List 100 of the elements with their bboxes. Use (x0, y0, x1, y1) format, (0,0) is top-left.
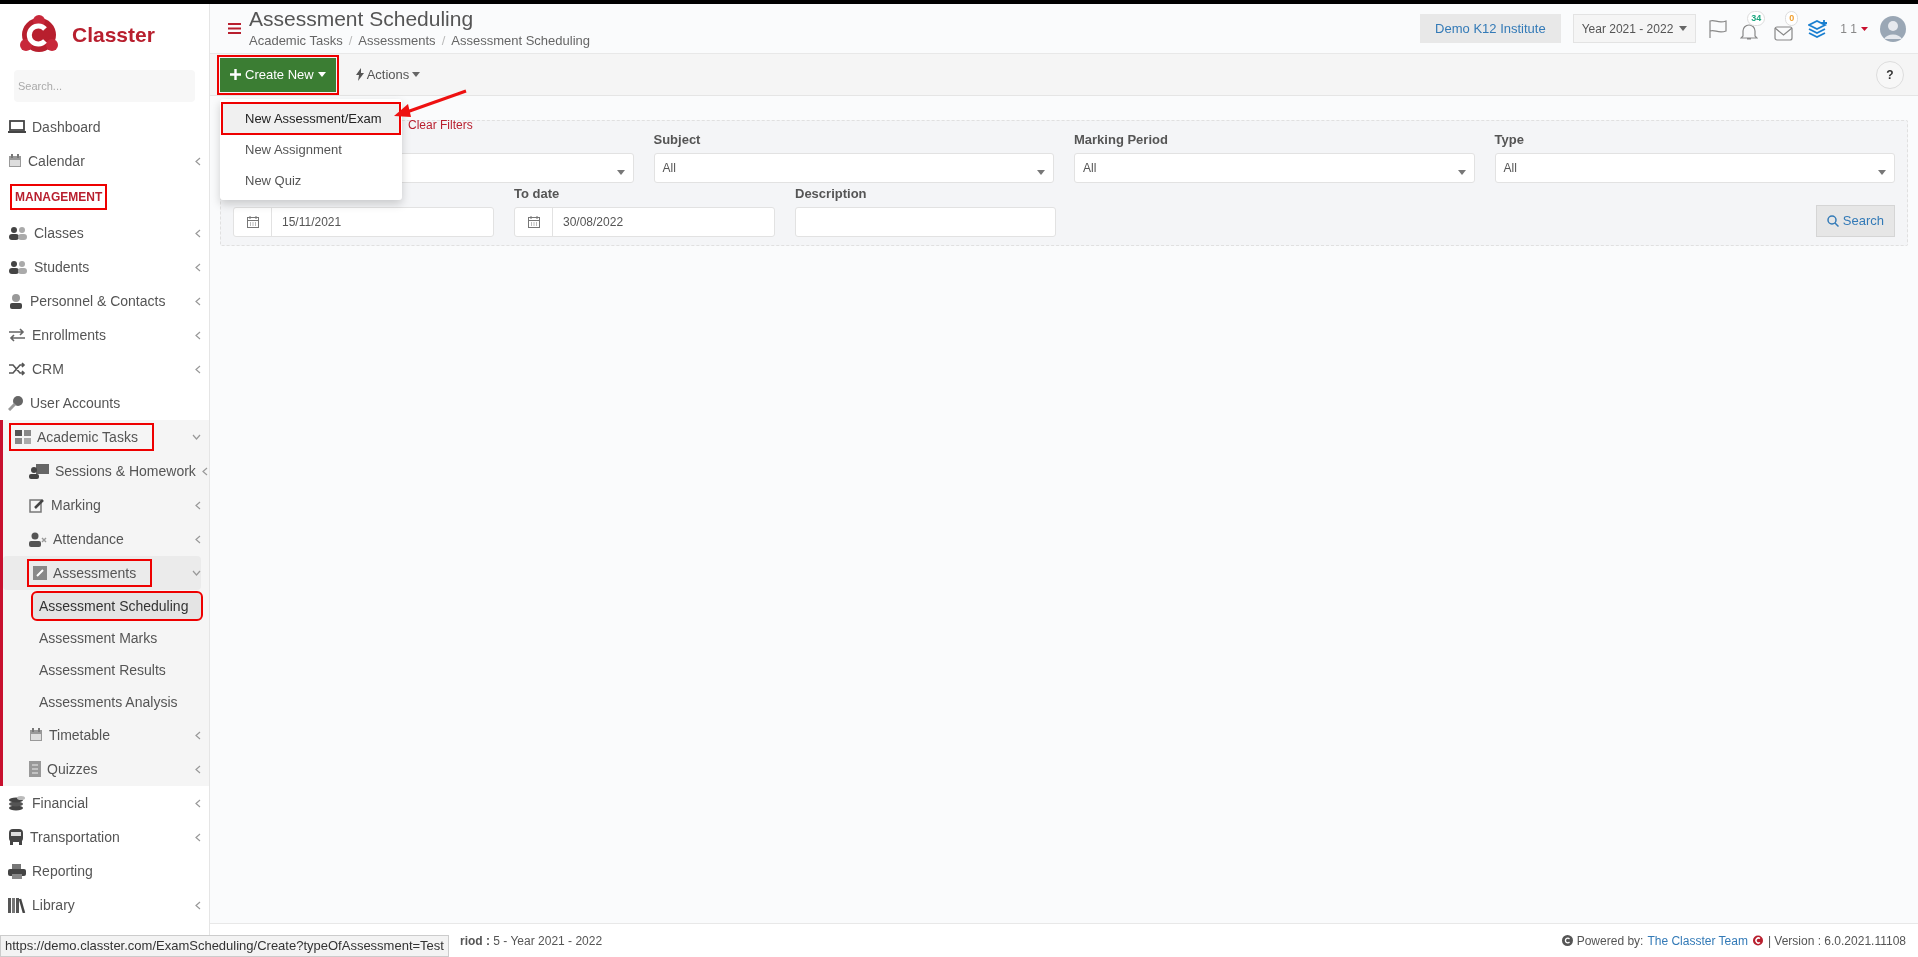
sidebar-item[interactable]: Students (0, 250, 201, 284)
field-label: Type (1494, 131, 1525, 149)
caret-down-icon (412, 72, 421, 77)
chevron-left-icon (195, 156, 201, 166)
chevron-left-icon (195, 900, 201, 910)
person-icon (8, 293, 24, 309)
person-icon (29, 531, 47, 547)
bell-icon[interactable] (1740, 22, 1759, 41)
sidebar-item[interactable]: Calendar (0, 144, 201, 178)
sidebar-item[interactable]: Timetable (3, 718, 201, 752)
chevron-left-icon (195, 262, 201, 272)
sidebar-item[interactable]: Reporting (0, 854, 201, 888)
breadcrumb-link[interactable]: Assessment Scheduling (451, 30, 590, 51)
powered-by-text: Powered by: (1576, 932, 1644, 950)
page-title: Assessment Scheduling (249, 6, 475, 31)
sidebar-item[interactable]: Classes (0, 216, 201, 250)
breadcrumb-separator: / (348, 31, 353, 50)
chevron-left-icon (195, 500, 201, 510)
sidebar-item[interactable]: Sessions & Homework (3, 454, 208, 488)
actions-button[interactable]: Actions (351, 57, 425, 92)
search-button[interactable]: Search (1815, 205, 1895, 237)
dropdown-field[interactable]: All (1074, 153, 1475, 183)
calendar-icon (8, 154, 22, 168)
shuffle-icon (8, 362, 26, 376)
sidebar-item[interactable]: Assessment Results (33, 657, 201, 683)
bus-icon (8, 829, 24, 845)
field-label: Marking Period (1074, 131, 1169, 149)
plus-icon (230, 69, 241, 80)
sidebar-item[interactable]: Academic Tasks (3, 420, 201, 454)
notification-count: 34 (1747, 10, 1766, 26)
calendar-icon (246, 216, 259, 228)
dropdown-field[interactable]: All (1494, 153, 1895, 183)
menu-item[interactable]: New Assessment/Exam (223, 104, 399, 133)
laptop-icon (8, 120, 26, 134)
chevron-left-icon (195, 534, 201, 544)
logo-icon (20, 15, 58, 55)
calendar-icon (527, 216, 540, 228)
menu-item[interactable]: New Assignment (223, 135, 399, 164)
search-field[interactable]: Search... (14, 70, 195, 102)
sidebar-item[interactable]: Assessments (3, 556, 201, 590)
flag-icon[interactable] (1708, 18, 1729, 39)
date-field[interactable]: 15/11/2021 (233, 207, 494, 237)
sidebar-item[interactable]: Attendance (3, 522, 201, 556)
sidebar-item[interactable]: Assessment Marks (33, 625, 201, 651)
people-icon (8, 260, 28, 274)
year-select[interactable]: Year 2021 - 2022 (1572, 14, 1697, 43)
chevron-left-icon (195, 296, 201, 306)
section-heading: MANAGEMENT (12, 186, 106, 208)
status-url: https://demo.classter.com/ExamScheduling/Create?typeOfAssessment=Test (0, 935, 449, 957)
sidebar-item[interactable]: Enrollments (0, 318, 201, 352)
sidebar-item[interactable]: Marking (3, 488, 201, 522)
sidebar-item[interactable]: Personnel & Contacts (0, 284, 201, 318)
caret-down-icon (1679, 26, 1688, 31)
create-new-button[interactable]: Create New (220, 57, 336, 92)
books-icon (8, 897, 26, 913)
breadcrumb-separator: / (441, 31, 446, 50)
chalkboard-icon (29, 463, 49, 479)
search-icon (1826, 215, 1839, 227)
menu-icon[interactable] (228, 23, 241, 34)
institute-button[interactable]: Demo K12 Institute (1420, 14, 1561, 43)
sidebar-item[interactable]: Quizzes (3, 752, 201, 786)
key-icon (8, 395, 24, 411)
text-field[interactable] (795, 207, 1056, 237)
chevron-down-icon (192, 570, 201, 576)
caret-down-icon (1037, 169, 1045, 175)
clear-filters-link[interactable]: Clear Filters (408, 116, 473, 134)
sidebar-item[interactable]: Transportation (0, 820, 201, 854)
breadcrumb-link[interactable]: Academic Tasks (249, 30, 343, 51)
avatar-icon[interactable] (1880, 15, 1906, 42)
help-button[interactable]: ? (1876, 60, 1904, 89)
chevron-left-icon (195, 228, 201, 238)
sidebar-item[interactable]: Assessments Analysis (33, 689, 201, 715)
sidebar-item[interactable]: CRM (0, 352, 201, 386)
envelope-icon[interactable] (1774, 25, 1794, 41)
coins-icon (8, 795, 26, 811)
menu-item[interactable]: New Quiz (223, 166, 399, 195)
edit-icon (29, 497, 45, 513)
sidebar-item[interactable]: User Accounts (0, 386, 201, 420)
field-label: Description (795, 185, 868, 203)
chevron-down-icon (192, 434, 201, 440)
sidebar-item[interactable]: Dashboard (0, 110, 201, 144)
pencil-icon (33, 566, 47, 580)
date-field[interactable]: 30/08/2022 (514, 207, 775, 237)
dropdown-field[interactable]: All (653, 153, 1054, 183)
version-text: | Version : 6.0.2021.11108 (1767, 932, 1906, 950)
sidebar-item[interactable]: Assessment Scheduling (33, 593, 201, 619)
team-link[interactable]: The Classter Team (1647, 931, 1748, 950)
layers-plus-icon[interactable] (1808, 19, 1829, 38)
caret-down-icon (1457, 169, 1466, 175)
chevron-left-icon (195, 730, 201, 740)
people-icon (8, 226, 28, 240)
sidebar-item[interactable]: Financial (0, 786, 201, 820)
caret-down-icon (1878, 169, 1886, 175)
caret-down-icon (317, 72, 326, 77)
chevron-left-icon (195, 764, 201, 774)
sidebar-item[interactable]: Library (0, 888, 201, 922)
lightning-icon (355, 68, 364, 81)
period-text: riod : 5 - Year 2021 - 2022 (460, 932, 603, 950)
breadcrumb-link[interactable]: Assessments (358, 30, 436, 51)
chevron-left-icon (201, 466, 208, 476)
